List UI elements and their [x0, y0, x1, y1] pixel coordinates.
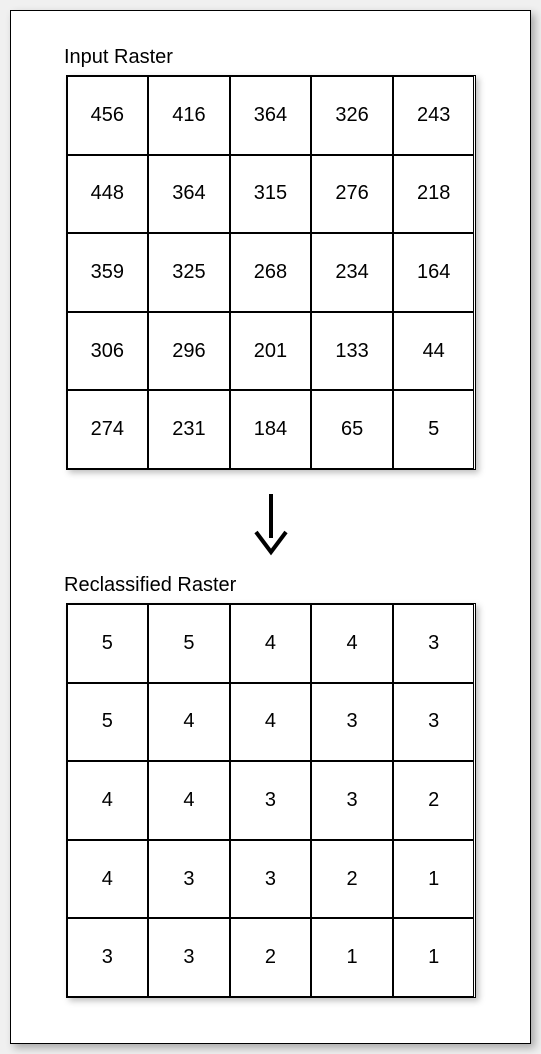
reclass-cell: 4 — [230, 604, 312, 683]
input-cell: 231 — [148, 390, 230, 469]
reclass-cell: 2 — [311, 840, 393, 919]
input-cell: 448 — [67, 155, 149, 234]
input-cell: 184 — [230, 390, 312, 469]
reclass-cell: 3 — [311, 761, 393, 840]
reclass-cell: 5 — [67, 604, 149, 683]
reclass-cell: 5 — [67, 683, 149, 762]
reclass-cell: 5 — [148, 604, 230, 683]
input-cell: 326 — [311, 76, 393, 155]
input-cell: 5 — [393, 390, 475, 469]
reclass-cell: 1 — [393, 840, 475, 919]
reclass-cell: 4 — [311, 604, 393, 683]
input-cell: 296 — [148, 312, 230, 391]
reclass-cell: 4 — [67, 840, 149, 919]
reclass-cell: 4 — [148, 761, 230, 840]
reclassified-raster-grid: 5 5 4 4 3 5 4 4 3 3 4 4 3 3 2 4 3 3 2 1 … — [66, 603, 476, 998]
input-cell: 201 — [230, 312, 312, 391]
reclass-cell: 1 — [393, 918, 475, 997]
reclass-cell: 3 — [311, 683, 393, 762]
reclass-cell: 4 — [67, 761, 149, 840]
input-cell: 456 — [67, 76, 149, 155]
input-cell: 325 — [148, 233, 230, 312]
input-cell: 276 — [311, 155, 393, 234]
reclassified-raster-title: Reclassified Raster — [64, 574, 236, 597]
reclass-cell: 3 — [393, 683, 475, 762]
input-cell: 164 — [393, 233, 475, 312]
input-cell: 364 — [148, 155, 230, 234]
input-cell: 306 — [67, 312, 149, 391]
reclass-cell: 3 — [148, 918, 230, 997]
input-cell: 243 — [393, 76, 475, 155]
input-cell: 315 — [230, 155, 312, 234]
reclass-cell: 4 — [230, 683, 312, 762]
input-raster-grid: 456 416 364 326 243 448 364 315 276 218 … — [66, 75, 476, 470]
reclass-cell: 3 — [230, 840, 312, 919]
arrow-down-icon — [250, 492, 292, 556]
input-raster-title: Input Raster — [64, 46, 173, 69]
input-cell: 364 — [230, 76, 312, 155]
input-cell: 359 — [67, 233, 149, 312]
input-cell: 274 — [67, 390, 149, 469]
reclass-cell: 3 — [393, 604, 475, 683]
reclass-cell: 1 — [311, 918, 393, 997]
input-cell: 65 — [311, 390, 393, 469]
input-cell: 133 — [311, 312, 393, 391]
input-cell: 218 — [393, 155, 475, 234]
input-cell: 234 — [311, 233, 393, 312]
reclass-cell: 3 — [230, 761, 312, 840]
input-cell: 268 — [230, 233, 312, 312]
input-cell: 416 — [148, 76, 230, 155]
reclass-cell: 3 — [148, 840, 230, 919]
reclass-cell: 4 — [148, 683, 230, 762]
reclass-cell: 3 — [67, 918, 149, 997]
diagram-container: Input Raster 456 416 364 326 243 448 364… — [10, 10, 531, 1044]
input-cell: 44 — [393, 312, 475, 391]
reclass-cell: 2 — [230, 918, 312, 997]
reclass-cell: 2 — [393, 761, 475, 840]
